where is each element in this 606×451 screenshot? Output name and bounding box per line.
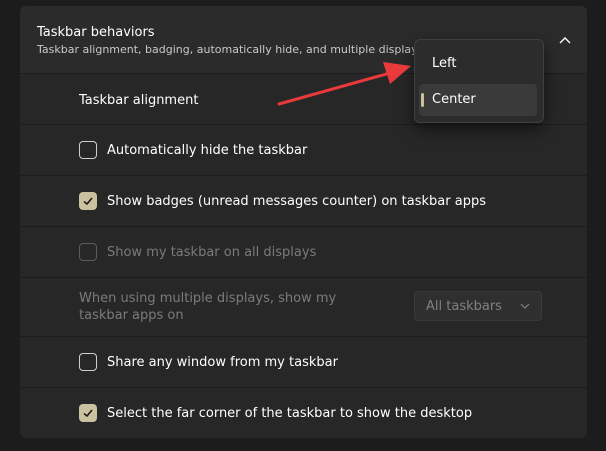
alignment-option-left-label: Left bbox=[432, 56, 457, 71]
share-window-checkbox[interactable] bbox=[79, 353, 97, 371]
multi-display-dropdown[interactable]: All taskbars bbox=[414, 291, 542, 321]
share-window-label: Share any window from my taskbar bbox=[107, 355, 338, 370]
selection-indicator bbox=[421, 93, 424, 107]
far-corner-row: Select the far corner of the taskbar to … bbox=[20, 387, 587, 438]
alignment-option-left[interactable]: Left bbox=[419, 48, 537, 80]
alignment-option-center-label: Center bbox=[432, 92, 476, 107]
multi-display-label: When using multiple displays, show my ta… bbox=[79, 291, 337, 323]
section-subtitle: Taskbar alignment, badging, automaticall… bbox=[37, 43, 424, 56]
alignment-option-center[interactable]: Center bbox=[419, 84, 537, 116]
auto-hide-label: Automatically hide the taskbar bbox=[107, 143, 308, 158]
multi-display-dropdown-value: All taskbars bbox=[426, 299, 502, 314]
chevron-down-icon bbox=[520, 303, 530, 309]
far-corner-checkbox[interactable] bbox=[79, 404, 97, 422]
all-displays-label: Show my taskbar on all displays bbox=[107, 245, 317, 260]
share-window-row: Share any window from my taskbar bbox=[20, 336, 587, 387]
chevron-up-icon[interactable] bbox=[558, 34, 572, 48]
section-title: Taskbar behaviors bbox=[37, 25, 155, 40]
all-displays-row: Show my taskbar on all displays bbox=[20, 226, 587, 277]
alignment-dropdown-menu: Left Center bbox=[414, 39, 544, 123]
all-displays-checkbox[interactable] bbox=[79, 243, 97, 261]
taskbar-alignment-label: Taskbar alignment bbox=[79, 93, 199, 108]
auto-hide-row: Automatically hide the taskbar bbox=[20, 124, 587, 175]
multi-display-row: When using multiple displays, show my ta… bbox=[20, 277, 587, 336]
checkmark-icon bbox=[83, 409, 93, 418]
auto-hide-checkbox[interactable] bbox=[79, 141, 97, 159]
far-corner-label: Select the far corner of the taskbar to … bbox=[107, 406, 473, 421]
badges-label: Show badges (unread messages counter) on… bbox=[107, 194, 486, 209]
checkmark-icon bbox=[83, 197, 93, 206]
badges-checkbox[interactable] bbox=[79, 192, 97, 210]
badges-row: Show badges (unread messages counter) on… bbox=[20, 175, 587, 226]
